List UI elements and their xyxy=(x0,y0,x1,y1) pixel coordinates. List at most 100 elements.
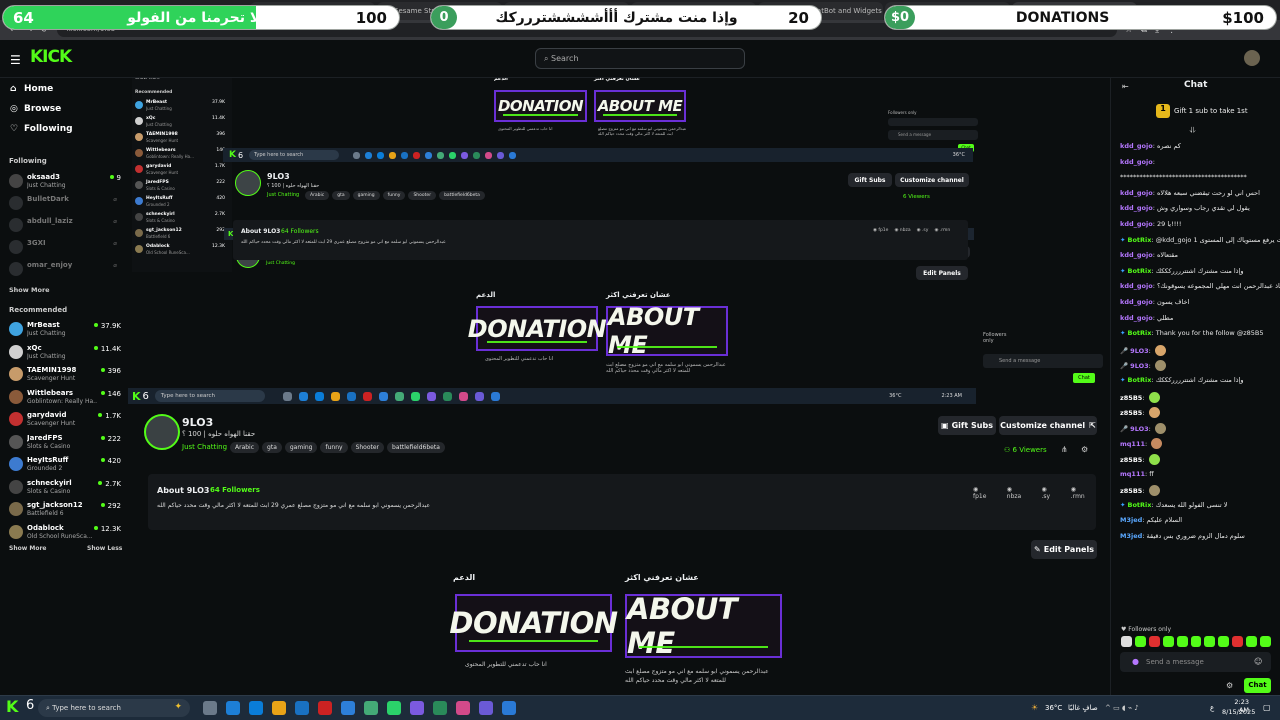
gift-subs-button[interactable]: ▣ Gift Subs xyxy=(938,416,996,435)
sidebar-recommended-item[interactable]: sgt_jackson12 Battlefield 6 292 xyxy=(9,500,121,520)
sidebar-following-item[interactable]: abdull_laziz ⌀ xyxy=(9,216,121,236)
chat-username[interactable]: z85B5 xyxy=(1120,456,1142,464)
menu-icon[interactable]: ☰ xyxy=(10,53,21,67)
channel-name[interactable]: 9LO3 xyxy=(182,416,213,429)
sidebar-recommended-item[interactable]: Odablock Old School RuneSca... 12.3K xyxy=(9,523,121,543)
chat-username[interactable]: kdd_gojo xyxy=(1120,158,1153,166)
kick-logo[interactable]: KICK xyxy=(30,47,72,67)
gift-banner[interactable]: Gift 1 sub to take 1st xyxy=(1174,107,1248,115)
sidebar-following-item[interactable]: oksaad3 Just Chatting 9 xyxy=(9,172,121,192)
show-more-following[interactable]: Show More xyxy=(9,286,50,294)
emote-icon[interactable] xyxy=(1134,636,1146,647)
tray-icons[interactable]: ^ ▭ ◖ ⌁ ♪ xyxy=(1105,704,1139,712)
chat-username[interactable]: kdd_gojo xyxy=(1120,189,1153,197)
chat-username[interactable]: BotRix xyxy=(1128,236,1152,244)
chat-username[interactable]: 9LO3 xyxy=(1130,362,1148,370)
sidebar-recommended-item[interactable]: HeyItsRuff Grounded 2 420 xyxy=(9,455,121,475)
chat-username[interactable]: M3jed xyxy=(1120,532,1142,540)
emote-icon[interactable] xyxy=(1190,636,1202,647)
chat-username[interactable]: z85B5 xyxy=(1120,394,1142,402)
emote-icon[interactable] xyxy=(1162,636,1174,647)
sidebar-recommended-item[interactable]: TAEMIN1998 Scavenger Hunt 396 xyxy=(9,365,121,385)
stream-tag[interactable]: funny xyxy=(320,442,348,453)
donation-panel-image[interactable]: DONATION xyxy=(449,594,618,652)
sidebar-following-item[interactable]: 3GXI ⌀ xyxy=(9,238,121,258)
stream-tag[interactable]: gta xyxy=(332,191,350,200)
emote-icon[interactable] xyxy=(1218,636,1230,647)
show-more-recommended[interactable]: Show More xyxy=(9,545,46,552)
emote-icon[interactable] xyxy=(1260,636,1271,647)
channel-avatar[interactable] xyxy=(144,414,180,450)
keyboard-language[interactable]: ع xyxy=(1210,704,1214,712)
taskbar-search[interactable]: ⌕ Type here to search ✦ xyxy=(38,699,190,717)
chat-username[interactable]: kdd_gojo xyxy=(1120,204,1153,212)
show-less-recommended[interactable]: Show Less xyxy=(87,545,122,552)
sidebar-following-item[interactable]: omar_enjoy ⌀ xyxy=(9,260,121,280)
user-avatar[interactable] xyxy=(1244,50,1260,66)
weather-temp[interactable]: 36°C xyxy=(1045,704,1062,712)
social-link[interactable]: ◉ fp1e xyxy=(973,486,992,500)
chat-username[interactable]: z85B5 xyxy=(1120,409,1142,417)
chat-username[interactable]: BotRix xyxy=(1128,267,1152,275)
emote-icon[interactable] xyxy=(1148,636,1160,647)
emote-icon[interactable] xyxy=(1121,636,1132,647)
emoji-icon[interactable]: ☺ xyxy=(1254,657,1262,666)
sidebar-following-item[interactable]: BulletDark ⌀ xyxy=(9,194,121,214)
chat-username[interactable]: kdd_gojo xyxy=(1120,251,1153,259)
chat-username[interactable]: 9LO3 xyxy=(1130,425,1148,433)
edit-panels-button[interactable]: ✎ Edit Panels xyxy=(1031,540,1097,559)
chat-input[interactable]: Send a message xyxy=(1120,652,1271,672)
social-link[interactable]: ◉ nbza xyxy=(894,228,910,233)
stream-tag[interactable]: battlefield6beta xyxy=(387,442,445,453)
chat-username[interactable]: kdd_gojo xyxy=(1120,314,1153,322)
chat-username[interactable]: z85B5 xyxy=(1120,487,1142,495)
chat-settings-icon[interactable]: ⚙ xyxy=(1226,681,1233,690)
kick-k-icon[interactable]: K xyxy=(6,697,18,716)
collapse-chat-icon[interactable]: ⇤ xyxy=(1122,82,1129,91)
sidebar-recommended-item[interactable]: MrBeast Just Chatting 37.9K xyxy=(9,320,121,340)
sidebar-recommended-item[interactable]: schneckyirl Slots & Casino 2.7K xyxy=(9,478,121,498)
social-link[interactable]: ◉ fp1e xyxy=(873,228,888,233)
user-settings-icon[interactable]: ⚙ xyxy=(1081,445,1088,454)
social-link[interactable]: ◉ .rmn xyxy=(1071,486,1090,500)
chat-username[interactable]: M3jed xyxy=(1120,516,1142,524)
stream-tag[interactable]: gta xyxy=(262,442,282,453)
chat-username[interactable]: kdd_gojo xyxy=(1120,282,1153,290)
stream-tag[interactable]: battlefield6beta xyxy=(439,191,485,200)
emote-icon[interactable] xyxy=(1246,636,1258,647)
stream-tag[interactable]: Shooter xyxy=(408,191,437,200)
stream-tag[interactable]: Shooter xyxy=(350,442,385,453)
social-link[interactable]: ◉ nbza xyxy=(1007,486,1027,500)
sidebar-recommended-item[interactable]: xQc Just Chatting 11.4K xyxy=(9,343,121,363)
chat-username[interactable]: BotRix xyxy=(1128,376,1152,384)
emote-icon[interactable] xyxy=(1176,636,1188,647)
chat-username[interactable]: BotRix xyxy=(1128,501,1152,509)
chat-username[interactable]: kdd_gojo xyxy=(1120,220,1153,228)
chat-username[interactable]: kdd_gojo xyxy=(1120,298,1153,306)
nav-home[interactable]: ⌂ Home xyxy=(10,84,53,94)
sidebar-recommended-item[interactable]: Wittlebears Goblintown: Really Ha... 146 xyxy=(9,388,121,408)
search-input[interactable]: ⌕ Search xyxy=(535,48,745,69)
nav-following[interactable]: ♡ Following xyxy=(10,124,73,134)
chat-username[interactable]: BotRix xyxy=(1128,329,1152,337)
stream-tag[interactable]: Arabic xyxy=(305,191,330,200)
emote-icon[interactable] xyxy=(1232,636,1244,647)
share-icon[interactable]: ⋔ xyxy=(1061,445,1068,454)
chat-username[interactable]: mq111 xyxy=(1120,440,1145,448)
social-link[interactable]: ◉ .rmn xyxy=(934,228,950,233)
nav-browse[interactable]: ◎ Browse xyxy=(10,104,61,114)
stream-tag[interactable]: gaming xyxy=(284,442,318,453)
stream-tag[interactable]: gaming xyxy=(352,191,380,200)
chat-username[interactable]: mq111 xyxy=(1120,470,1145,478)
stream-tag[interactable]: funny xyxy=(382,191,406,200)
social-link[interactable]: ◉ .sy xyxy=(917,228,929,233)
social-link[interactable]: ◉ .sy xyxy=(1041,486,1055,500)
stream-category[interactable]: Just Chatting xyxy=(182,443,227,451)
stream-tag[interactable]: Arabic xyxy=(230,442,260,453)
chat-send-button[interactable]: Chat xyxy=(1244,678,1271,693)
pinned-toggle-icon[interactable]: ⥥ xyxy=(1190,126,1196,136)
chat-username[interactable]: kdd_gojo xyxy=(1120,142,1153,150)
sidebar-recommended-item[interactable]: JaredFPS Slots & Casino 222 xyxy=(9,433,121,453)
customize-channel-button[interactable]: Customize channel ⇱ xyxy=(999,416,1097,435)
sidebar-recommended-item[interactable]: garydavid Scavenger Hunt 1.7K xyxy=(9,410,121,430)
